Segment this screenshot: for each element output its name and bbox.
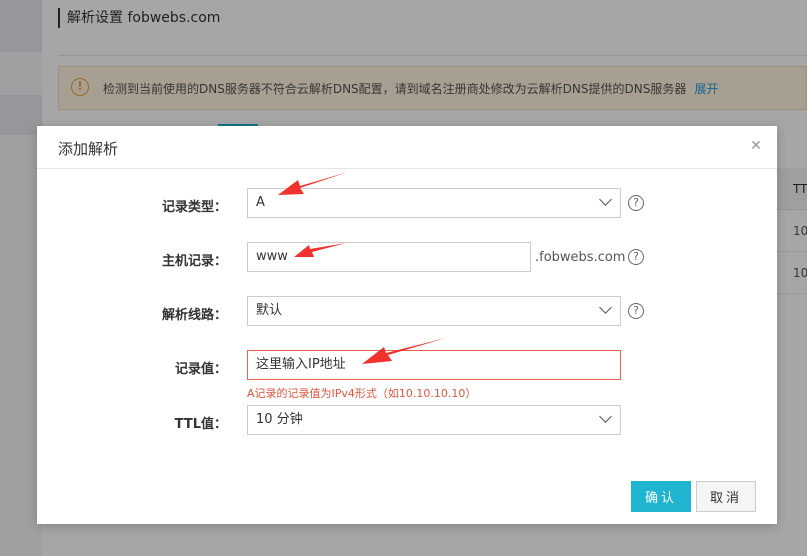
chevron-down-icon: [599, 193, 612, 206]
add-record-dialog: 添加解析 ✕ 记录类型： A ? 主机记录： www .fobwebs.com …: [37, 126, 777, 524]
help-icon[interactable]: ?: [628, 195, 644, 211]
help-icon[interactable]: ?: [628, 249, 644, 265]
ttl-value: 10 分钟: [256, 412, 303, 427]
record-value-input[interactable]: 这里输入IP地址: [247, 350, 621, 380]
host-record-label: 主机记录：: [161, 254, 227, 269]
host-record-value: www: [256, 249, 288, 264]
resolution-line-label: 解析线路：: [161, 308, 227, 323]
record-value-error: A记录的记录值为IPv4形式（如10.10.10.10）: [247, 387, 477, 400]
record-value-label: 记录值：: [174, 362, 227, 377]
host-record-input[interactable]: www: [247, 242, 531, 272]
chevron-down-icon: [599, 410, 612, 423]
record-value-text: 这里输入IP地址: [256, 357, 346, 372]
domain-suffix: .fobwebs.com: [535, 250, 626, 265]
ttl-label: TTL值：: [174, 417, 227, 432]
chevron-down-icon: [599, 301, 612, 314]
record-type-select[interactable]: A: [247, 188, 621, 218]
help-icon[interactable]: ?: [628, 303, 644, 319]
confirm-button[interactable]: 确认: [631, 481, 691, 512]
record-type-label: 记录类型：: [161, 200, 227, 215]
close-icon[interactable]: ✕: [749, 139, 763, 153]
dialog-title: 添加解析: [58, 140, 119, 158]
ttl-select[interactable]: 10 分钟: [247, 405, 621, 435]
dialog-header: 添加解析 ✕: [37, 126, 777, 169]
cancel-button[interactable]: 取消: [696, 481, 756, 512]
resolution-line-select[interactable]: 默认: [247, 296, 621, 326]
record-type-value: A: [256, 195, 265, 210]
resolution-line-value: 默认: [256, 303, 283, 318]
